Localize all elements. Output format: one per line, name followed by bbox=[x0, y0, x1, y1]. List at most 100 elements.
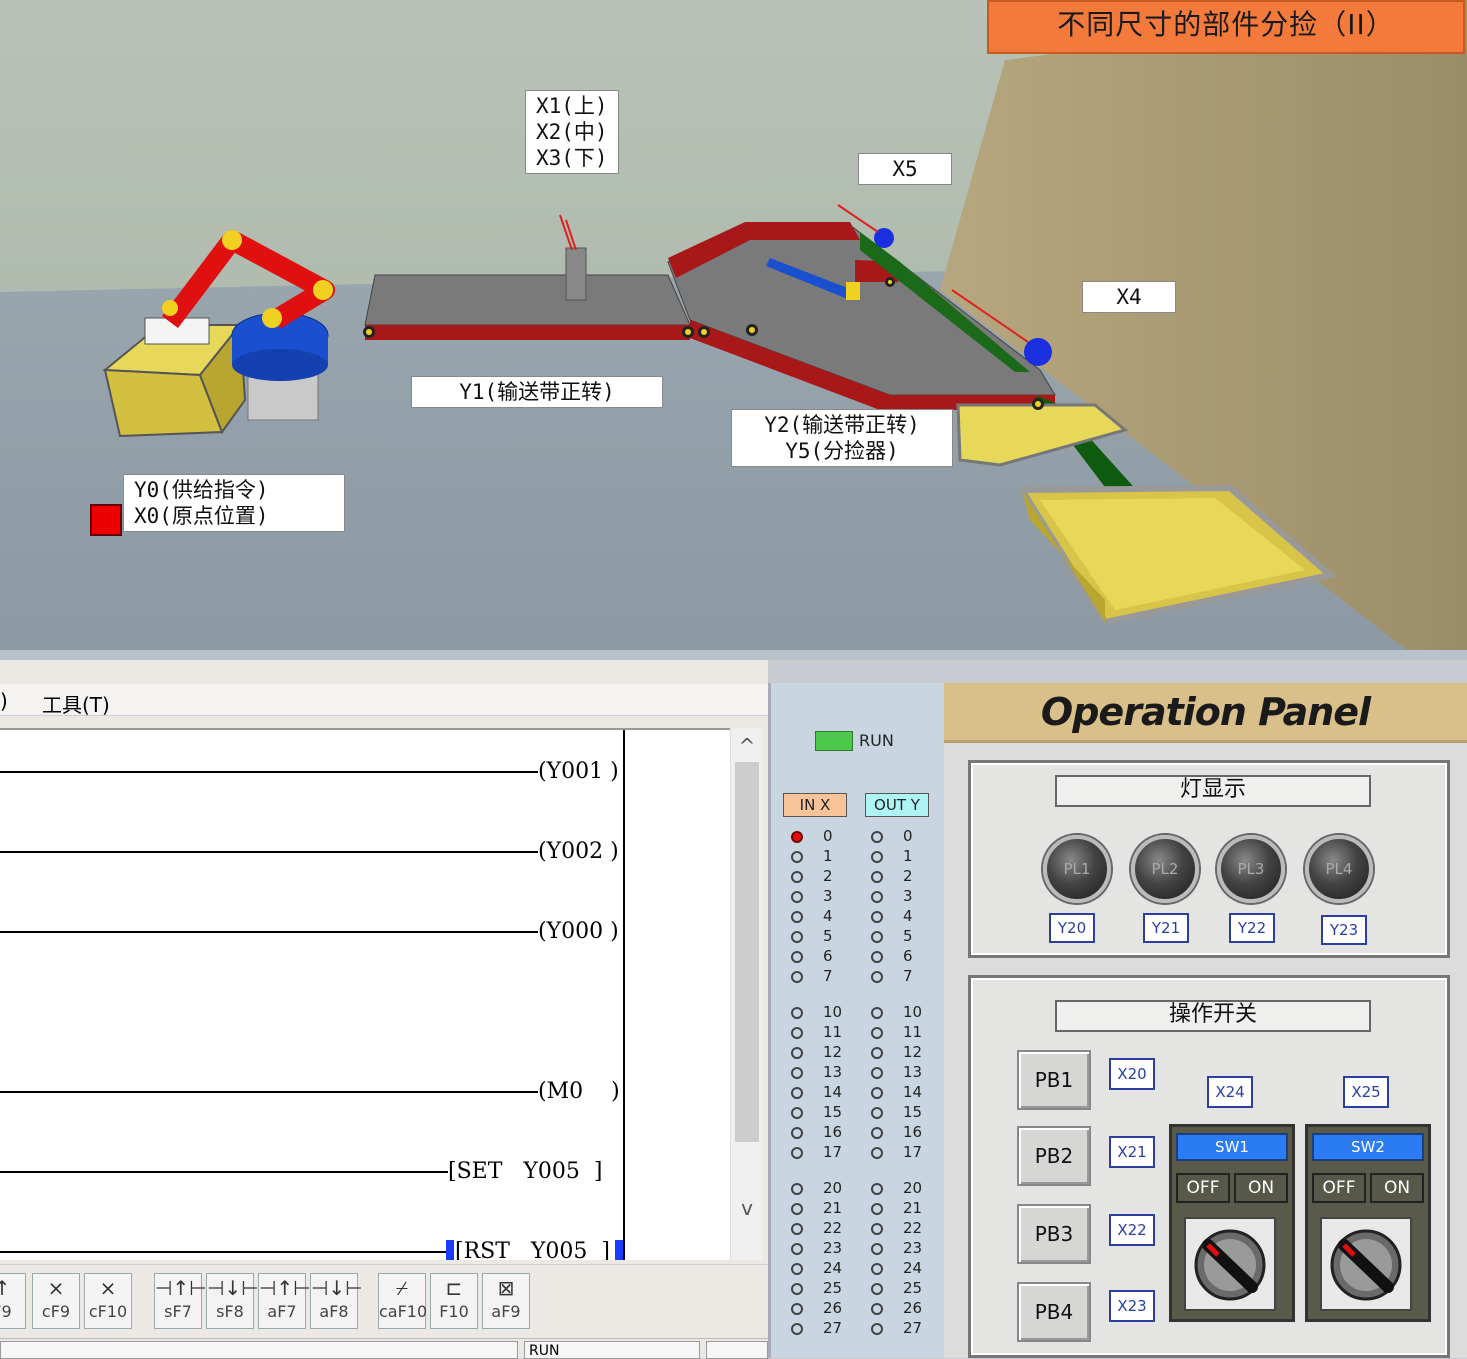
label-y1: Y1(输送带正转) bbox=[411, 376, 663, 408]
tool-button-af9[interactable]: ⊠ aF9 bbox=[482, 1273, 530, 1329]
output-number: 6 bbox=[903, 947, 913, 965]
io-row: 24 24 bbox=[771, 1259, 941, 1279]
input-led bbox=[791, 1067, 803, 1079]
output-number: 22 bbox=[903, 1219, 923, 1237]
instruction-rst-y005[interactable]: [RST Y005 ] bbox=[455, 1239, 610, 1260]
menu-bar: ) 工具(T) bbox=[0, 684, 768, 718]
io-monitor: RUN IN X OUT Y 0 0 1 1 2 2 3 3 4 4 5 5 6 6 7 7 10 10 11 11 1… bbox=[768, 683, 944, 1358]
input-number: 17 bbox=[823, 1143, 843, 1161]
rung-line bbox=[0, 1251, 450, 1253]
output-led bbox=[871, 1183, 883, 1195]
switch-off-label[interactable]: OFF bbox=[1312, 1173, 1366, 1203]
output-number: 11 bbox=[903, 1023, 923, 1041]
input-led bbox=[791, 1203, 803, 1215]
tool-key: cF9 bbox=[41, 1302, 71, 1321]
coil-y000[interactable]: (Y000 ) bbox=[538, 919, 619, 944]
output-header: OUT Y bbox=[865, 793, 929, 817]
tool-button-f10[interactable]: ⊏ F10 bbox=[430, 1273, 478, 1329]
vertical-scrollbar[interactable]: ^ v bbox=[730, 728, 762, 1260]
tool-key: cF10 bbox=[88, 1302, 128, 1321]
output-number: 14 bbox=[903, 1083, 923, 1101]
switch-name: SW1 bbox=[1176, 1133, 1288, 1161]
output-number: 5 bbox=[903, 927, 913, 945]
switch-addr-x24: X24 bbox=[1207, 1076, 1253, 1108]
push-button-pb1[interactable]: PB1 bbox=[1017, 1050, 1091, 1110]
io-row: 26 26 bbox=[771, 1299, 941, 1319]
output-number: 21 bbox=[903, 1199, 923, 1217]
ladder-toolbar: ↑ F9 ⨯ cF9 ⨯ cF10 ⊣↑⊢ sF7 ⊣↓⊢ sF8 ⊣↑⊢ aF7 ⊣↓⊢ a… bbox=[0, 1264, 768, 1329]
input-led bbox=[791, 1127, 803, 1139]
output-led bbox=[871, 1203, 883, 1215]
io-row: 33 bbox=[771, 887, 941, 907]
tool-button-cf10[interactable]: ⨯ cF10 bbox=[84, 1273, 132, 1329]
input-led bbox=[791, 931, 803, 943]
output-led bbox=[871, 1027, 883, 1039]
label-y0-x0: Y0(供给指令) X0(原点位置) bbox=[123, 474, 345, 532]
input-number: 12 bbox=[823, 1043, 843, 1061]
ladder-canvas[interactable]: (Y001 ) (Y002 ) (Y000 ) (M0 ) [SET Y005 … bbox=[0, 728, 730, 1260]
tool-button-cf9[interactable]: ⨯ cF9 bbox=[32, 1273, 80, 1329]
menu-item-partial[interactable]: ) bbox=[0, 689, 8, 713]
tool-glyph: ⊠ bbox=[497, 1276, 515, 1300]
selector-switch-sw1[interactable]: SW1 OFF ON bbox=[1169, 1124, 1295, 1322]
tool-button-sf8[interactable]: ⊣↓⊢ sF8 bbox=[206, 1273, 259, 1329]
push-button-pb2[interactable]: PB2 bbox=[1017, 1126, 1091, 1186]
scroll-thumb[interactable] bbox=[735, 762, 759, 1142]
input-number: 27 bbox=[823, 1319, 843, 1337]
tool-key: aF7 bbox=[267, 1302, 297, 1321]
input-number: 11 bbox=[823, 1023, 843, 1041]
coil-y001[interactable]: (Y001 ) bbox=[538, 759, 619, 784]
rotary-knob-icon[interactable] bbox=[1184, 1217, 1276, 1311]
tool-key: F10 bbox=[439, 1302, 469, 1321]
input-led bbox=[791, 1263, 803, 1275]
input-number: 10 bbox=[823, 1003, 843, 1021]
instruction-set-y005[interactable]: [SET Y005 ] bbox=[448, 1159, 603, 1184]
coil-m0[interactable]: (M0 ) bbox=[538, 1079, 620, 1104]
tool-button-f9[interactable]: ↑ F9 bbox=[0, 1273, 26, 1329]
tool-glyph: ⊏ bbox=[445, 1276, 463, 1300]
output-led bbox=[871, 1147, 883, 1159]
rung-line bbox=[0, 1171, 450, 1173]
input-led bbox=[791, 1007, 803, 1019]
input-led bbox=[791, 1087, 803, 1099]
tool-button-af8[interactable]: ⊣↓⊢ aF8 bbox=[310, 1273, 363, 1329]
switch-off-label[interactable]: OFF bbox=[1176, 1173, 1230, 1203]
lamp-addr-y20: Y20 bbox=[1049, 913, 1095, 943]
io-row: 27 27 bbox=[771, 1319, 941, 1339]
io-row: 17 17 bbox=[771, 1143, 941, 1163]
tool-button-af7[interactable]: ⊣↑⊢ aF7 bbox=[258, 1273, 311, 1329]
input-number: 1 bbox=[823, 847, 833, 865]
input-number: 15 bbox=[823, 1103, 843, 1121]
io-row: 55 bbox=[771, 927, 941, 947]
scroll-down-button[interactable]: v bbox=[731, 1194, 763, 1222]
tool-button-sf7[interactable]: ⊣↑⊢ sF7 bbox=[154, 1273, 207, 1329]
tool-button-caf10[interactable]: ⌿ caF10 bbox=[378, 1273, 427, 1329]
output-number: 7 bbox=[903, 967, 913, 985]
lamp-addr-y21: Y21 bbox=[1143, 913, 1189, 943]
output-number: 26 bbox=[903, 1299, 923, 1317]
io-row: 11 bbox=[771, 847, 941, 867]
input-led bbox=[791, 1243, 803, 1255]
edit-cursor-end bbox=[615, 1240, 623, 1260]
coil-y002[interactable]: (Y002 ) bbox=[538, 839, 619, 864]
io-row: 23 23 bbox=[771, 1239, 941, 1259]
menu-item-tools[interactable]: 工具(T) bbox=[42, 689, 110, 718]
push-button-pb4[interactable]: PB4 bbox=[1017, 1282, 1091, 1342]
button-addr-x22: X22 bbox=[1109, 1214, 1155, 1246]
output-led bbox=[871, 851, 883, 863]
input-led bbox=[791, 1047, 803, 1059]
output-number: 12 bbox=[903, 1043, 923, 1061]
push-button-pb3[interactable]: PB3 bbox=[1017, 1204, 1091, 1264]
rotary-knob-icon[interactable] bbox=[1320, 1217, 1412, 1311]
output-number: 17 bbox=[903, 1143, 923, 1161]
selector-switch-sw2[interactable]: SW2 OFF ON bbox=[1305, 1124, 1431, 1322]
lamp-group: 灯显示 PL1 PL2 PL3 PL4 Y20 Y21 Y22 Y23 bbox=[968, 760, 1450, 958]
scroll-up-button[interactable]: ^ bbox=[731, 732, 763, 760]
output-led bbox=[871, 1047, 883, 1059]
switch-on-label[interactable]: ON bbox=[1370, 1173, 1424, 1203]
lamp-pl4: PL4 bbox=[1305, 835, 1373, 903]
switch-on-label[interactable]: ON bbox=[1234, 1173, 1288, 1203]
output-number: 3 bbox=[903, 887, 913, 905]
output-number: 27 bbox=[903, 1319, 923, 1337]
input-number: 26 bbox=[823, 1299, 843, 1317]
